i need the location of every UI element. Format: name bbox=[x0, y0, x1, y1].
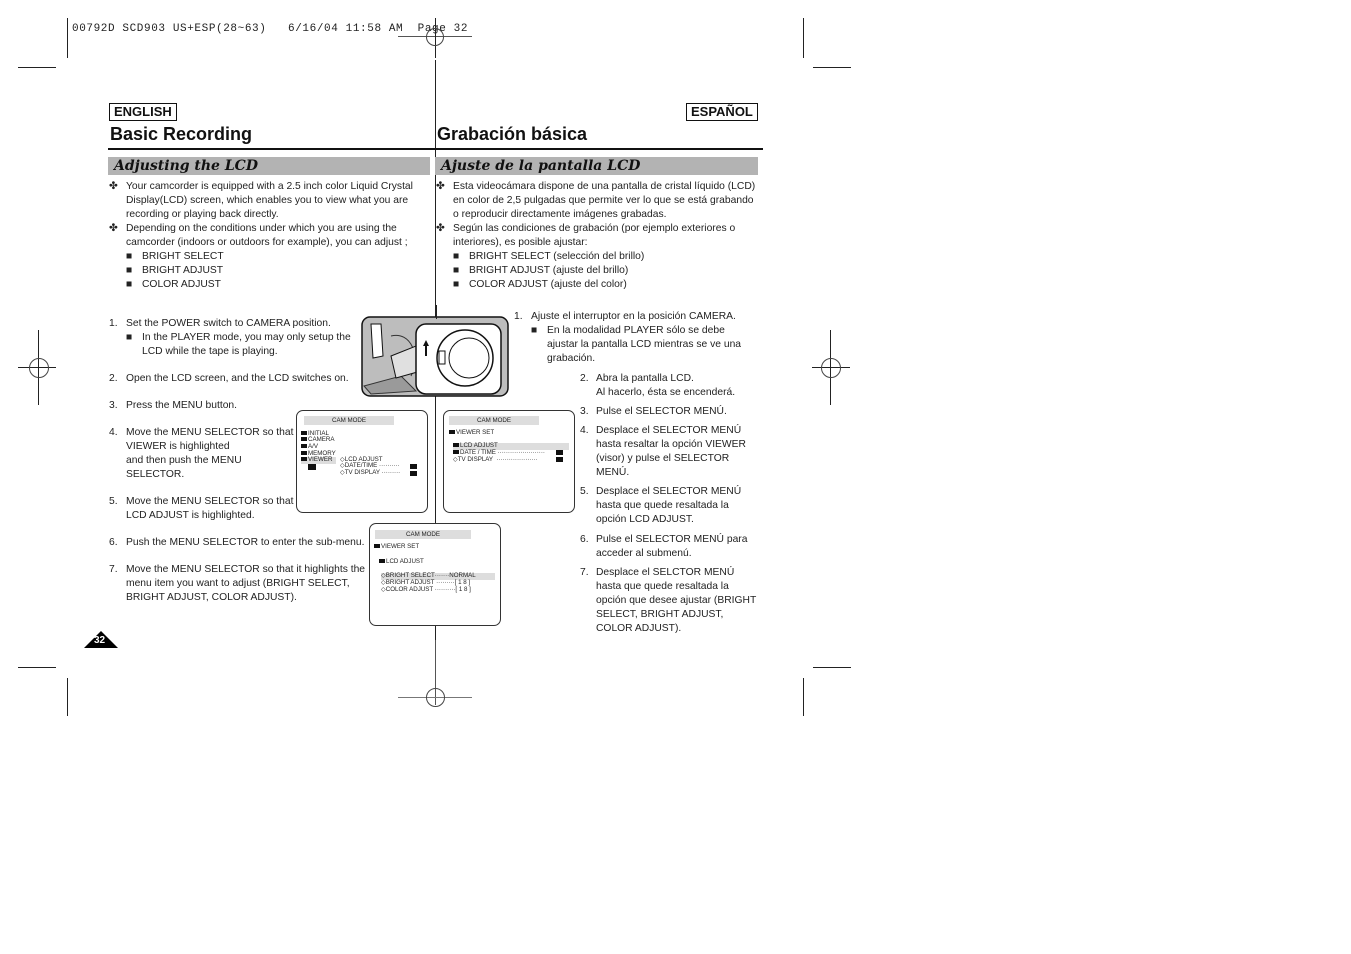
submenu-item: ◇TV DISPLAY ········· bbox=[340, 469, 401, 476]
page-title-english: Basic Recording bbox=[110, 124, 253, 144]
language-label-english: ENGLISH bbox=[109, 103, 177, 121]
menu-title: VIEWER SET bbox=[374, 543, 419, 551]
value-icon bbox=[556, 457, 563, 462]
language-label-spanish: ESPAÑOL bbox=[686, 103, 758, 121]
menu-icon bbox=[301, 431, 307, 436]
square-bullet-icon: ■ bbox=[453, 279, 460, 290]
option-item: ■ BRIGHT SELECT bbox=[126, 251, 224, 262]
option-item: ■ COLOR ADJUST (ajuste del color) bbox=[453, 279, 627, 290]
square-bullet-icon: ■ bbox=[531, 325, 538, 336]
step-es-4: 4. Desplace el SELECTOR MENÚ hasta resalt… bbox=[580, 425, 746, 478]
option-item: ■ COLOR ADJUST bbox=[126, 279, 221, 290]
menu-icon bbox=[301, 457, 307, 462]
square-bullet-icon: ■ bbox=[126, 279, 133, 290]
menu-icon bbox=[301, 444, 307, 449]
step-en-4: 4. Move the MENU SELECTOR so that VIEWER … bbox=[109, 427, 294, 480]
value-icon bbox=[556, 450, 563, 455]
intro-bullet: ✤ Esta videocámara dispone de una pantal… bbox=[436, 181, 756, 220]
step-en-2: 2. Open the LCD screen, and the LCD switc… bbox=[109, 373, 349, 384]
menu-header: CAM MODE bbox=[304, 416, 394, 425]
step-es-6: 6. Pulse el SELECTOR MENÚ para acceder al… bbox=[580, 534, 748, 559]
step-es-7: 7. Desplace el SELCTOR MENÚ hasta que que… bbox=[580, 567, 757, 634]
menu-header: CAM MODE bbox=[449, 416, 539, 425]
step-es-5: 5. Desplace el SELECTOR MENÚ hasta que qu… bbox=[580, 486, 742, 525]
viewer-icon bbox=[308, 464, 316, 470]
intro-bullet: ✤ Según las condiciones de grabación (po… bbox=[436, 223, 736, 248]
step-en-7: 7. Move the MENU SELECTOR so that it hig… bbox=[109, 564, 366, 603]
menu-icon bbox=[453, 450, 459, 455]
menu-title: VIEWER SET bbox=[449, 429, 494, 437]
menu-screen-3: CAM MODE VIEWER SET LCD ADJUST ◇BRIGHT S… bbox=[369, 523, 501, 626]
intro-spanish: ✤ Esta videocámara dispone de una pantal… bbox=[436, 180, 766, 292]
square-bullet-icon: ■ bbox=[453, 265, 460, 276]
value-icon bbox=[410, 464, 417, 469]
intro-english: ✤ Your camcorder is equipped with a 2.5 … bbox=[109, 180, 429, 292]
menu-icon bbox=[449, 430, 455, 435]
option-item: ■ BRIGHT SELECT (selección del brillo) bbox=[453, 251, 645, 262]
menu-item-highlighted: VIEWER bbox=[301, 456, 336, 464]
menu-subtitle: LCD ADJUST bbox=[379, 558, 424, 566]
menu-item: ◇COLOR ADJUST ··········[ 1 8 ] bbox=[381, 586, 471, 593]
menu-screen-2: CAM MODE VIEWER SET LCD ADJUST DATE / TI… bbox=[443, 410, 575, 513]
menu-icon bbox=[301, 437, 307, 442]
step-en-1: 1. Set the POWER switch to CAMERA positio… bbox=[109, 318, 351, 357]
step-en-6: 6. Push the MENU SELECTOR to enter the su… bbox=[109, 537, 365, 548]
value-icon bbox=[410, 471, 417, 476]
intro-bullet: ✤ Depending on the conditions under whic… bbox=[109, 223, 408, 248]
square-bullet-icon: ■ bbox=[453, 251, 460, 262]
menu-header: CAM MODE bbox=[375, 530, 471, 539]
power-switch-icon bbox=[361, 316, 509, 397]
menu-icon bbox=[374, 544, 380, 549]
menu-icon bbox=[301, 451, 307, 456]
menu-item: ◇TV DISPLAY ···················· bbox=[453, 456, 538, 463]
step-es-1: 1. Ajuste el interruptor en la posición … bbox=[514, 311, 742, 364]
title-rule bbox=[108, 148, 763, 150]
step-en-5: 5. Move the MENU SELECTOR so that LCD ADJ… bbox=[109, 496, 294, 521]
section-heading-english: Adjusting the LCD bbox=[108, 157, 430, 175]
menu-icon bbox=[453, 443, 459, 448]
bullet-icon: ✤ bbox=[109, 223, 118, 234]
step-es-3: 3. Pulse el SELECTOR MENÚ. bbox=[580, 406, 727, 417]
menu-icon bbox=[379, 559, 385, 564]
step-es-2: 2. Abra la pantalla LCD. Al hacerlo, ésta… bbox=[580, 373, 736, 398]
square-bullet-icon: ■ bbox=[126, 251, 133, 262]
camcorder-illustration bbox=[361, 316, 509, 397]
page-title-spanish: Grabación básica bbox=[437, 124, 588, 144]
bullet-icon: ✤ bbox=[436, 181, 445, 192]
print-header: 00792D SCD903 US+ESP(28~63) 6/16/04 11:5… bbox=[72, 23, 469, 35]
square-bullet-icon: ■ bbox=[126, 265, 133, 276]
square-bullet-icon: ■ bbox=[126, 332, 133, 343]
page-number: 32 bbox=[94, 635, 106, 646]
intro-bullet: ✤ Your camcorder is equipped with a 2.5 … bbox=[109, 181, 413, 220]
option-item: ■ BRIGHT ADJUST bbox=[126, 265, 224, 276]
callout-line bbox=[436, 305, 437, 319]
bullet-icon: ✤ bbox=[109, 181, 118, 192]
section-heading-spanish: Ajuste de la pantalla LCD bbox=[435, 157, 758, 175]
bullet-icon: ✤ bbox=[436, 223, 445, 234]
option-item: ■ BRIGHT ADJUST (ajuste del brillo) bbox=[453, 265, 629, 276]
menu-screen-1: CAM MODE INITIAL CAMERA A/V MEMORY VIEWE… bbox=[296, 410, 428, 513]
